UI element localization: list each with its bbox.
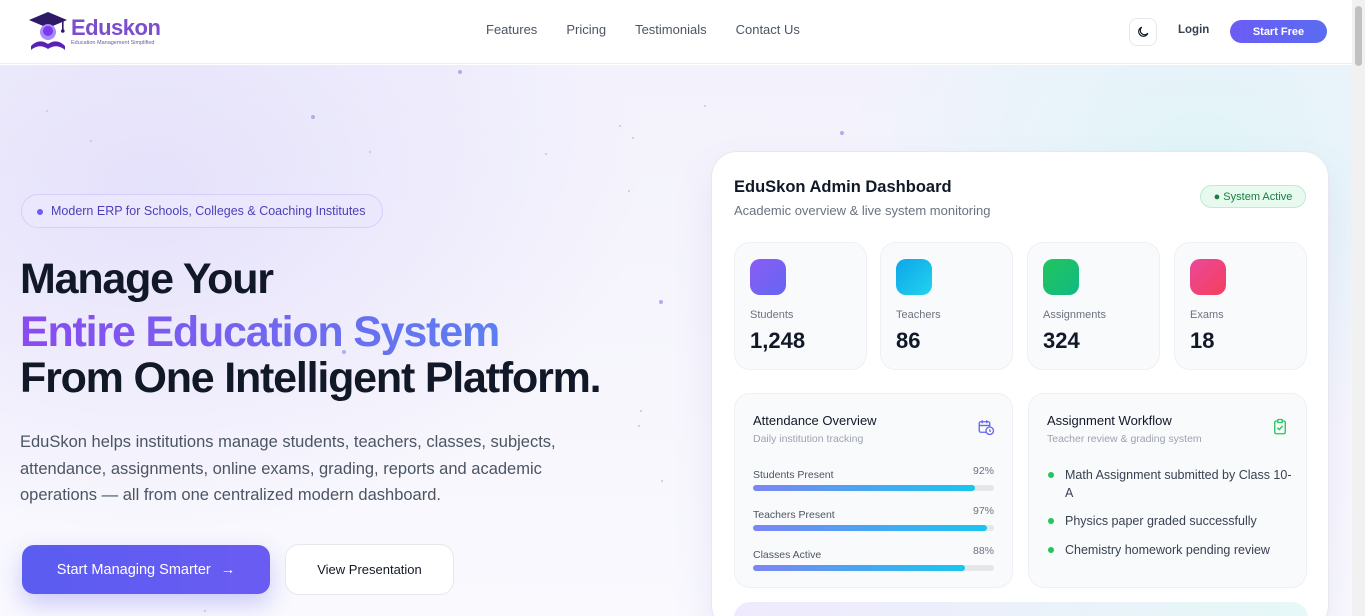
- start-free-button[interactable]: Start Free: [1230, 20, 1327, 43]
- decorative-dot: [204, 610, 206, 612]
- stat-card-students: Students 1,248: [734, 242, 867, 370]
- dashboard-preview-card: EduSkon Admin Dashboard Academic overvie…: [711, 151, 1329, 616]
- progress-track: [753, 525, 994, 531]
- panel-subtitle: Teacher review & grading system: [1047, 433, 1202, 445]
- attendance-bar-students: Students Present 92%: [753, 465, 994, 491]
- decorative-dot: [632, 137, 634, 139]
- stat-card-assignments: Assignments 324: [1027, 242, 1160, 370]
- clipboard-check-icon: [1274, 418, 1286, 435]
- system-status-badge: ● System Active: [1200, 185, 1306, 208]
- panel-title: Attendance Overview: [753, 413, 877, 428]
- dashboard-title: EduSkon Admin Dashboard: [734, 178, 952, 196]
- page-scrollbar[interactable]: [1352, 0, 1365, 616]
- workflow-item: Physics paper graded successfully: [1047, 512, 1292, 530]
- decorative-dot: [458, 70, 462, 74]
- decorative-dot: [628, 190, 630, 192]
- decorative-dot: [661, 480, 663, 482]
- progress-fill: [753, 485, 975, 491]
- decorative-dot: [545, 153, 547, 155]
- attendance-overview-panel: Attendance Overview Daily institution tr…: [734, 393, 1013, 588]
- stat-label: Exams: [1190, 309, 1224, 321]
- decorative-dot: [840, 131, 844, 135]
- teachers-icon: [896, 259, 932, 295]
- cta-primary-label: Start Managing Smarter: [56, 561, 211, 578]
- bar-percent: 88%: [972, 545, 994, 557]
- bar-label: Classes Active: [753, 549, 822, 561]
- nav-link-contact-us[interactable]: Contact Us: [736, 22, 800, 37]
- workflow-item: Chemistry homework pending review: [1047, 541, 1292, 559]
- scrollbar-thumb[interactable]: [1355, 6, 1362, 66]
- bar-label: Teachers Present: [753, 509, 835, 521]
- decorative-dot: [311, 115, 315, 119]
- panel-subtitle: Daily institution tracking: [753, 433, 864, 445]
- stat-value: 1,248: [750, 328, 806, 353]
- calendar-clock-icon: [978, 420, 995, 436]
- start-managing-smarter-button[interactable]: Start Managing Smarter →: [22, 545, 270, 594]
- graduation-cap-logo-icon: [27, 10, 69, 52]
- hero-badge: Modern ERP for Schools, Colleges & Coach…: [21, 194, 383, 228]
- logo[interactable]: Eduskon Education Management Simplified: [27, 10, 161, 52]
- arrow-right-icon: →: [220, 561, 236, 578]
- stat-label: Students: [750, 309, 794, 321]
- stat-label: Teachers: [896, 309, 941, 321]
- students-icon: [750, 259, 786, 295]
- decorative-dot: [659, 300, 663, 304]
- stat-card-teachers: Teachers 86: [880, 242, 1013, 370]
- bar-percent: 97%: [972, 505, 994, 517]
- theme-toggle-button[interactable]: [1129, 18, 1157, 46]
- decorative-dot: [619, 125, 621, 127]
- decorative-dot: [90, 140, 92, 142]
- hero-description: EduSkon helps institutions manage studen…: [20, 433, 556, 504]
- decorative-dot: [46, 110, 48, 112]
- attendance-bar-classes: Classes Active 88%: [753, 545, 994, 571]
- hero-title-line1: Manage Your: [20, 255, 274, 303]
- exams-icon: [1190, 259, 1226, 295]
- stat-value: 18: [1190, 328, 1215, 353]
- hero-section: Modern ERP for Schools, Colleges & Coach…: [0, 65, 1352, 616]
- nav-link-features[interactable]: Features: [486, 22, 537, 37]
- logo-text: Eduskon Education Management Simplified: [71, 14, 161, 46]
- decorative-dot: [638, 425, 640, 427]
- workflow-item: Math Assignment submitted by Class 10-A: [1047, 466, 1292, 502]
- panel-title: Assignment Workflow: [1047, 413, 1172, 428]
- moon-icon: [1138, 26, 1149, 37]
- login-link[interactable]: Login: [1178, 24, 1209, 36]
- nav-link-pricing[interactable]: Pricing: [566, 22, 606, 37]
- progress-track: [753, 565, 994, 571]
- decorative-dot: [704, 105, 706, 107]
- navbar: Eduskon Education Management Simplified …: [0, 0, 1352, 64]
- dashboard-bottom-panel: [734, 602, 1308, 616]
- bar-percent: 92%: [972, 465, 994, 477]
- decorative-dot: [640, 410, 642, 412]
- assignment-workflow-panel: Assignment Workflow Teacher review & gra…: [1028, 393, 1307, 588]
- progress-fill: [753, 525, 987, 531]
- nav-links: Features Pricing Testimonials Contact Us: [486, 22, 800, 37]
- logo-name: Eduskon: [71, 14, 161, 40]
- stat-label: Assignments: [1043, 309, 1106, 321]
- progress-fill: [753, 565, 966, 571]
- decorative-dot: [369, 151, 371, 153]
- attendance-bar-teachers: Teachers Present 97%: [753, 505, 994, 531]
- stat-value: 86: [896, 328, 921, 353]
- hero-title-line2: Entire Education System: [20, 308, 500, 356]
- hero-title-line3: From One Intelligent Platform.: [20, 354, 602, 402]
- stat-value: 324: [1043, 328, 1080, 353]
- progress-track: [753, 485, 994, 491]
- view-presentation-button[interactable]: View Presentation: [285, 544, 454, 595]
- assignments-icon: [1043, 259, 1079, 295]
- dashboard-subtitle: Academic overview & live system monitori…: [734, 203, 991, 218]
- logo-tagline: Education Management Simplified: [71, 39, 155, 46]
- nav-link-testimonials[interactable]: Testimonials: [635, 22, 707, 37]
- bar-label: Students Present: [753, 469, 834, 481]
- stat-card-exams: Exams 18: [1174, 242, 1307, 370]
